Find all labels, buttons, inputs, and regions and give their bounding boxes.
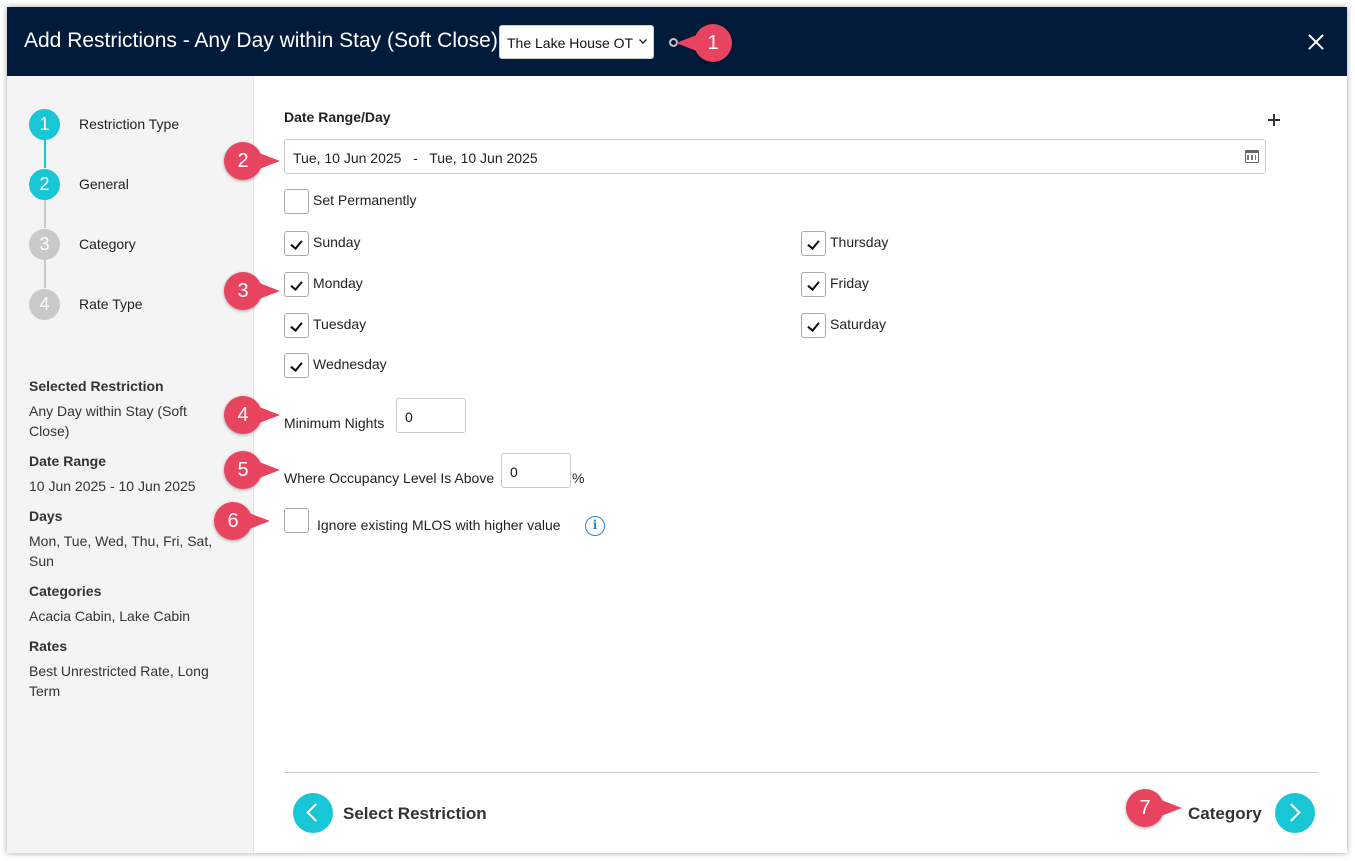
callout-6: 6 bbox=[214, 502, 270, 540]
occupancy-level-input[interactable]: 0 bbox=[501, 453, 571, 488]
set-permanently-label: Set Permanently bbox=[313, 192, 417, 208]
summary-selected-restriction-heading: Selected Restriction bbox=[29, 378, 164, 394]
minimum-nights-label: Minimum Nights bbox=[284, 415, 385, 431]
thursday-checkbox[interactable] bbox=[801, 231, 826, 256]
step-label: General bbox=[79, 176, 129, 192]
chevron-down-icon bbox=[639, 36, 647, 44]
friday-checkbox[interactable] bbox=[801, 272, 826, 297]
date-range-value: Tue, 10 Jun 2025 - Tue, 10 Jun 2025 bbox=[293, 150, 538, 166]
callout-number: 3 bbox=[237, 280, 249, 302]
callout-number: 5 bbox=[237, 459, 249, 481]
summary-date-range-heading: Date Range bbox=[29, 453, 107, 469]
monday-checkbox[interactable] bbox=[284, 272, 309, 297]
step-connector bbox=[44, 258, 46, 288]
property-select[interactable]: The Lake House OT bbox=[499, 25, 654, 59]
saturday-label: Saturday bbox=[830, 316, 887, 332]
step-number: 1 bbox=[29, 109, 60, 140]
add-restrictions-dialog: Add Restrictions - Any Day within Stay (… bbox=[7, 7, 1347, 853]
summary-date-range-value: 10 Jun 2025 - 10 Jun 2025 bbox=[29, 478, 196, 494]
thursday-label: Thursday bbox=[830, 234, 889, 250]
summary-categories-heading: Categories bbox=[29, 583, 102, 599]
step-label: Rate Type bbox=[79, 296, 143, 312]
wednesday-checkbox[interactable] bbox=[284, 353, 309, 378]
set-permanently-checkbox[interactable] bbox=[284, 189, 309, 214]
callout-number: 7 bbox=[1139, 797, 1151, 819]
saturday-checkbox[interactable] bbox=[801, 313, 826, 338]
callout-number: 4 bbox=[237, 404, 249, 426]
callout-1: 1 bbox=[676, 24, 732, 62]
property-select-value: The Lake House OT bbox=[507, 35, 634, 51]
minimum-nights-input[interactable]: 0 bbox=[396, 398, 466, 433]
main-form: Date Range/Day Tue, 10 Jun 2025 - Tue, 1… bbox=[255, 76, 1347, 853]
callout-number: 2 bbox=[237, 150, 249, 172]
step-connector bbox=[44, 138, 46, 168]
wizard-sidebar: 1 Restriction Type 2 General 3 Category … bbox=[7, 76, 254, 853]
sunday-label: Sunday bbox=[313, 234, 361, 250]
callout-5: 5 bbox=[224, 451, 280, 489]
wednesday-label: Wednesday bbox=[313, 356, 387, 372]
plus-icon[interactable] bbox=[1268, 114, 1280, 126]
step-number: 2 bbox=[29, 169, 60, 200]
occupancy-unit: % bbox=[572, 470, 585, 486]
monday-label: Monday bbox=[313, 275, 363, 291]
date-range-heading: Date Range/Day bbox=[284, 109, 391, 125]
info-icon[interactable]: i bbox=[585, 516, 605, 536]
step-label: Category bbox=[79, 236, 136, 252]
step-restriction-type[interactable]: 1 Restriction Type bbox=[29, 109, 249, 141]
summary-selected-restriction-value: Any Day within Stay (Soft Close) bbox=[29, 403, 187, 439]
dialog-title: Add Restrictions - Any Day within Stay (… bbox=[24, 29, 498, 52]
summary-rates-heading: Rates bbox=[29, 638, 68, 654]
step-connector bbox=[44, 198, 46, 228]
summary-days-value: Mon, Tue, Wed, Thu, Fri, Sat, Sun bbox=[29, 533, 213, 569]
step-number: 3 bbox=[29, 229, 60, 260]
callout-number: 6 bbox=[227, 510, 239, 532]
tuesday-checkbox[interactable] bbox=[284, 313, 309, 338]
ignore-mlos-label: Ignore existing MLOS with higher value bbox=[317, 517, 561, 533]
summary-rates-value: Best Unrestricted Rate, Long Term bbox=[29, 663, 209, 699]
sunday-checkbox[interactable] bbox=[284, 231, 309, 256]
friday-label: Friday bbox=[830, 275, 869, 291]
callout-number: 1 bbox=[707, 32, 719, 54]
close-icon[interactable] bbox=[1307, 33, 1325, 51]
callout-2: 2 bbox=[224, 142, 280, 180]
callout-3: 3 bbox=[224, 272, 280, 310]
summary-days-heading: Days bbox=[29, 508, 63, 524]
date-range-input[interactable]: Tue, 10 Jun 2025 - Tue, 10 Jun 2025 bbox=[284, 139, 1266, 174]
ignore-mlos-checkbox[interactable] bbox=[284, 508, 309, 533]
step-number: 4 bbox=[29, 289, 60, 320]
summary-categories-value: Acacia Cabin, Lake Cabin bbox=[29, 608, 191, 624]
callout-4: 4 bbox=[224, 396, 280, 434]
step-label: Restriction Type bbox=[79, 116, 180, 132]
callout-7: 7 bbox=[1126, 789, 1182, 827]
next-button-label: Category bbox=[1188, 804, 1262, 823]
footer-divider bbox=[284, 772, 1318, 773]
occupancy-level-label: Where Occupancy Level Is Above bbox=[284, 470, 495, 486]
step-rate-type[interactable]: 4 Rate Type bbox=[29, 289, 249, 321]
step-category[interactable]: 3 Category bbox=[29, 229, 249, 261]
tuesday-label: Tuesday bbox=[313, 316, 367, 332]
chevron-left-icon bbox=[293, 793, 333, 833]
back-button[interactable]: Select Restriction bbox=[293, 793, 493, 833]
calendar-icon[interactable] bbox=[1245, 150, 1259, 163]
back-button-label: Select Restriction bbox=[343, 804, 487, 823]
next-button[interactable]: Category bbox=[1188, 793, 1318, 833]
step-general[interactable]: 2 General bbox=[29, 169, 249, 201]
chevron-right-icon bbox=[1275, 793, 1315, 833]
